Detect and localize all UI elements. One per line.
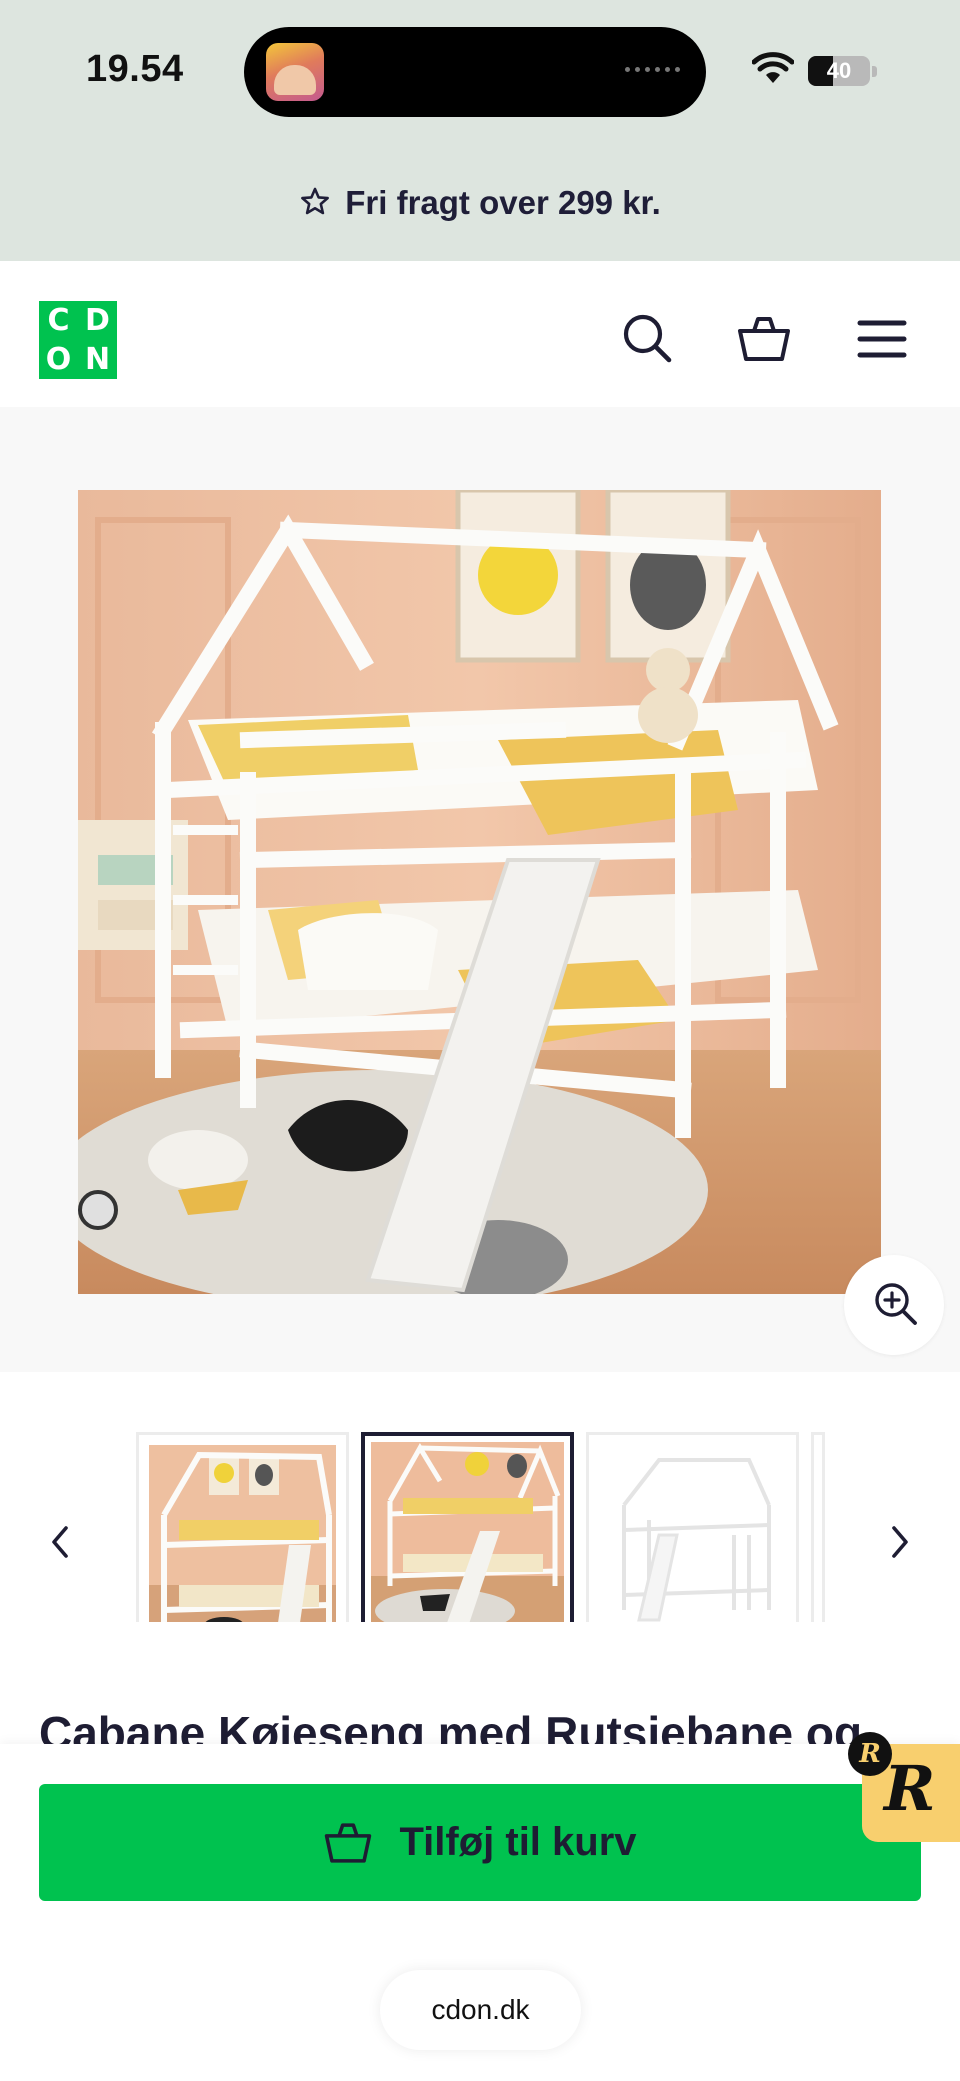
now-playing-thumbnail <box>266 43 324 101</box>
add-to-cart-label: Tilføj til kurv <box>399 1820 637 1864</box>
product-title-area: Cabane Køjeseng med Rutsjebane og <box>0 1622 960 1744</box>
thumbnail-1[interactable] <box>136 1432 349 1645</box>
wifi-icon <box>752 52 794 83</box>
battery-tip <box>872 66 877 77</box>
add-to-cart-button[interactable]: Tilføj til kurv <box>39 1784 921 1901</box>
logo-letter: O <box>45 342 72 377</box>
search-icon <box>623 314 672 363</box>
product-title: Cabane Køjeseng med Rutsjebane og <box>39 1707 863 1744</box>
zoom-button[interactable] <box>844 1255 944 1355</box>
battery-level: 40 <box>826 58 852 83</box>
thumbnail-2[interactable] <box>361 1432 574 1645</box>
cdon-logo[interactable]: C D O N <box>39 301 117 379</box>
audio-activity-icon <box>625 67 680 72</box>
basket-icon <box>738 317 790 361</box>
r-small-logo-icon: R <box>848 1732 892 1776</box>
menu-icon <box>857 320 907 358</box>
product-image-area <box>0 407 960 1372</box>
free-shipping-text: Fri fragt over 299 kr. <box>345 184 661 221</box>
previous-image-button[interactable] <box>38 1512 82 1572</box>
zoom-in-icon <box>875 1282 917 1325</box>
star-icon <box>301 187 330 215</box>
thumbnail-carousel <box>0 1372 960 1645</box>
logo-letter: C <box>47 303 70 338</box>
thumbnail-4[interactable] <box>811 1432 825 1645</box>
top-area: 19.54 40 Fri fragt over 299 kr. <box>0 0 960 261</box>
cart-button[interactable] <box>736 311 792 367</box>
basket-icon <box>325 1822 372 1863</box>
free-shipping-banner: Fri fragt over 299 kr. <box>0 184 960 222</box>
browser-url-bar[interactable]: cdon.dk <box>380 1970 581 2050</box>
site-header: C D O N <box>0 261 960 407</box>
product-main-image[interactable] <box>78 490 881 1294</box>
thumbnail-3[interactable] <box>586 1432 799 1645</box>
search-button[interactable] <box>620 311 676 367</box>
dynamic-island[interactable] <box>244 27 706 117</box>
chevron-left-icon <box>52 1526 68 1558</box>
status-time: 19.54 <box>86 48 184 90</box>
thumbnail-image <box>365 1436 570 1641</box>
logo-letter: N <box>84 342 111 377</box>
floating-extension-badge[interactable]: R R <box>848 1710 960 1842</box>
thumbnail-image <box>139 1435 346 1642</box>
battery-icon: 40 <box>808 56 870 86</box>
sticky-cart-bar: Tilføj til kurv cdon.dk <box>0 1744 960 2081</box>
next-image-button[interactable] <box>878 1512 922 1572</box>
thumbnail-image <box>589 1435 796 1642</box>
bunk-bed-photo <box>78 490 881 1294</box>
menu-button[interactable] <box>854 311 910 367</box>
chevron-right-icon <box>892 1526 908 1558</box>
logo-letter: D <box>85 303 110 338</box>
